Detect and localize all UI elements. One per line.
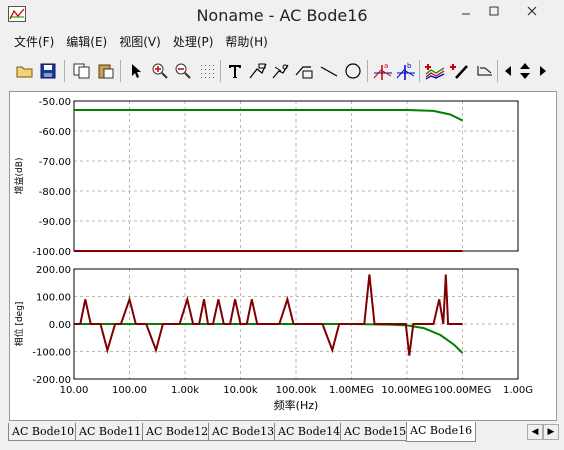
series-line bbox=[74, 109, 463, 122]
menu-process[interactable]: 处理(P) bbox=[167, 31, 220, 51]
x-tick-label: 10.00 bbox=[60, 385, 89, 396]
tab-ac-bode14[interactable]: AC Bode14 bbox=[274, 423, 345, 441]
save-icon[interactable] bbox=[37, 59, 59, 83]
y-tick-label: 0.00 bbox=[49, 320, 71, 331]
y-tick-label: -100.00 bbox=[32, 247, 71, 258]
menu-help[interactable]: 帮助(H) bbox=[219, 31, 273, 51]
tab-ac-bode13[interactable]: AC Bode13 bbox=[208, 423, 279, 441]
x-axis-label: 频率(Hz) bbox=[274, 398, 319, 412]
tab-ac-bode12[interactable]: AC Bode12 bbox=[142, 423, 213, 441]
tab-ac-bode10[interactable]: AC Bode10 bbox=[8, 423, 79, 441]
annotate-box-icon[interactable] bbox=[293, 59, 315, 83]
svg-text:b: b bbox=[407, 62, 412, 70]
tab-ac-bode16[interactable]: AC Bode16 bbox=[406, 422, 477, 442]
toolbar-separator bbox=[419, 60, 420, 82]
x-tick-label: 10.00MEG bbox=[381, 385, 432, 396]
toolbar-separator bbox=[220, 60, 221, 82]
y-tick-label: -60.00 bbox=[39, 127, 71, 138]
add-trace-icon[interactable] bbox=[424, 59, 446, 83]
minimize-icon[interactable] bbox=[452, 0, 480, 22]
tab-ac-bode15[interactable]: AC Bode15 bbox=[340, 423, 411, 441]
scroll-left-icon[interactable] bbox=[500, 59, 516, 83]
paste-icon[interactable] bbox=[95, 59, 117, 83]
x-tick-label: 1.00k bbox=[171, 385, 199, 396]
toolbar-separator bbox=[64, 60, 65, 82]
menu-file[interactable]: 文件(F) bbox=[8, 31, 60, 51]
toolbar-separator bbox=[367, 60, 368, 82]
svg-text:a: a bbox=[384, 62, 388, 70]
y-tick-label: -70.00 bbox=[39, 157, 71, 168]
scroll-updown-icon[interactable] bbox=[516, 59, 534, 83]
cursor-b-icon[interactable]: b bbox=[395, 59, 417, 83]
bode-plot[interactable]: -50.00 -60.00 -70.00 -80.00 -90.00 -100.00 增益(… bbox=[10, 92, 556, 420]
menu-bar: 文件(F) 编辑(E) 视图(V) 处理(P) 帮助(H) bbox=[0, 31, 564, 51]
x-tick-label: 100.00 bbox=[112, 385, 147, 396]
toolbar-separator bbox=[120, 60, 121, 82]
app-window: Noname - AC Bode16 文件(F) 编辑(E) 视图(V) 处理(… bbox=[0, 0, 564, 450]
y-tick-label: 100.00 bbox=[36, 293, 71, 304]
y-axis-label: 相位 [deg] bbox=[13, 302, 25, 347]
close-icon[interactable] bbox=[508, 0, 556, 22]
scroll-right-icon[interactable] bbox=[535, 59, 551, 83]
grid-icon[interactable] bbox=[196, 59, 218, 83]
annotate-icon[interactable] bbox=[247, 59, 269, 83]
y-tick-label: -80.00 bbox=[39, 187, 71, 198]
x-tick-label: 100.00k bbox=[276, 385, 317, 396]
menu-view[interactable]: 视图(V) bbox=[113, 31, 167, 51]
y-tick-label: -100.00 bbox=[32, 348, 71, 359]
tab-scroll-left-icon[interactable]: ◀ bbox=[527, 424, 543, 440]
annotate-arrow-icon[interactable] bbox=[270, 59, 292, 83]
title-bar: Noname - AC Bode16 bbox=[0, 0, 564, 30]
pointer-icon[interactable] bbox=[126, 59, 148, 83]
copy-icon[interactable] bbox=[71, 59, 93, 83]
tab-ac-bode11[interactable]: AC Bode11 bbox=[75, 423, 146, 441]
toolbar-separator bbox=[497, 60, 498, 82]
sheet-tab-bar: AC Bode10 AC Bode11 AC Bode12 AC Bode13 … bbox=[0, 422, 564, 444]
y-tick-label: -50.00 bbox=[39, 97, 71, 108]
zoom-in-icon[interactable] bbox=[149, 59, 171, 83]
series-line bbox=[74, 274, 463, 356]
menu-edit[interactable]: 编辑(E) bbox=[60, 31, 113, 51]
text-icon[interactable] bbox=[224, 59, 246, 83]
open-icon[interactable] bbox=[14, 59, 36, 83]
y-tick-label: 200.00 bbox=[36, 265, 71, 276]
legend-icon[interactable] bbox=[474, 59, 496, 83]
toolbar: a b bbox=[0, 57, 564, 87]
tab-scroll-right-icon[interactable]: ▶ bbox=[543, 424, 559, 440]
y-tick-label: -90.00 bbox=[39, 217, 71, 228]
line-icon[interactable] bbox=[318, 59, 340, 83]
x-tick-label: 1.00G bbox=[503, 385, 533, 396]
y-axis-label: 增益(dB) bbox=[13, 158, 25, 195]
probe-icon[interactable] bbox=[449, 59, 471, 83]
x-tick-label: 100.00MEG bbox=[434, 385, 492, 396]
x-tick-label: 1.00MEG bbox=[329, 385, 374, 396]
x-tick-label: 10.00k bbox=[223, 385, 258, 396]
maximize-icon[interactable] bbox=[480, 0, 508, 22]
ellipse-icon[interactable] bbox=[342, 59, 364, 83]
cursor-a-icon[interactable]: a bbox=[372, 59, 394, 83]
plot-document[interactable]: -50.00 -60.00 -70.00 -80.00 -90.00 -100.00 增益(… bbox=[9, 91, 557, 421]
series-line bbox=[74, 323, 464, 354]
zoom-out-icon[interactable] bbox=[172, 59, 194, 83]
